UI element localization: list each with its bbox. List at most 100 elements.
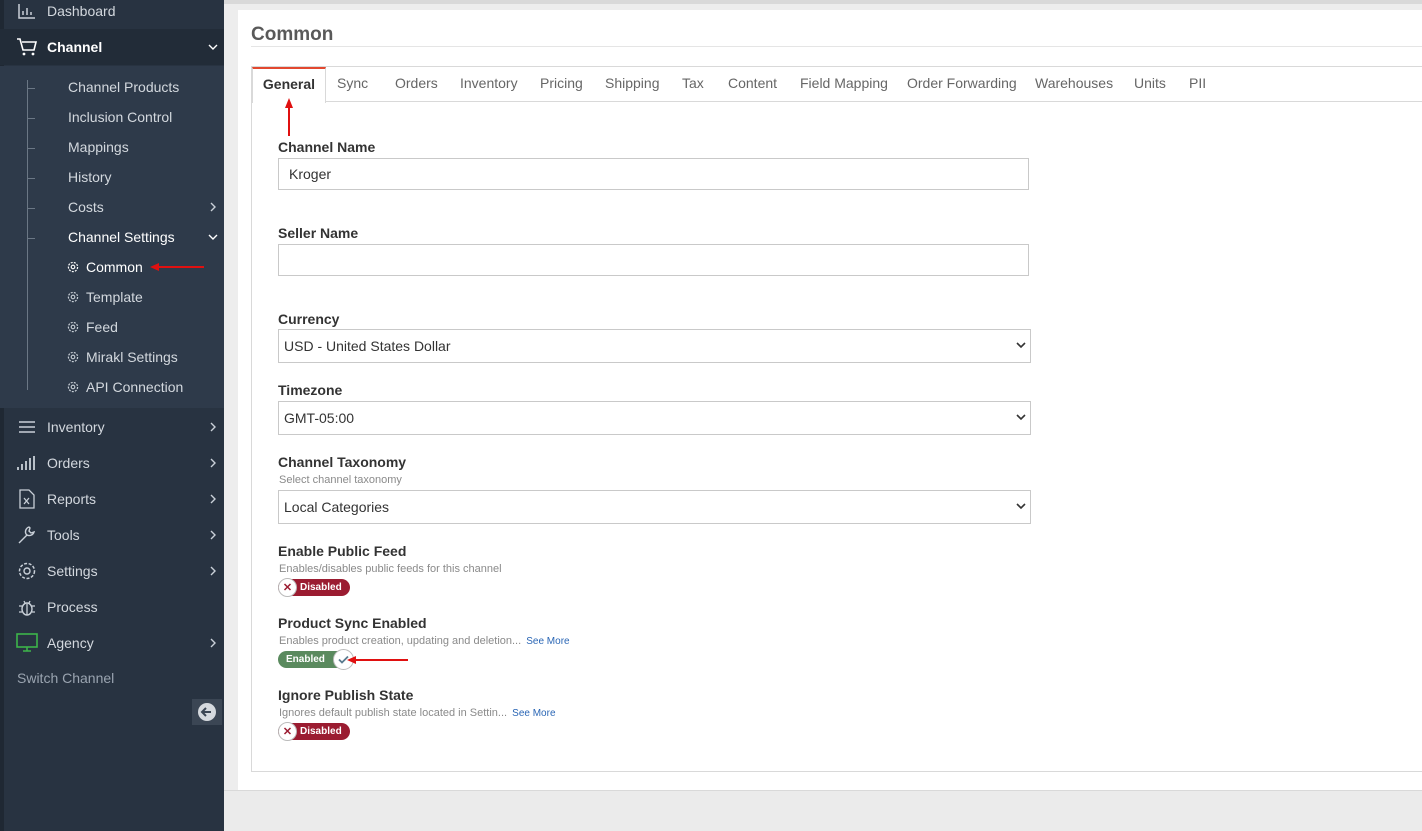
seller-name-input[interactable] [278, 244, 1029, 276]
public-feed-toggle[interactable]: ✕ Disabled [278, 578, 350, 597]
sidebar-item-channel[interactable]: Channel [0, 29, 224, 65]
sidebar-item-mappings[interactable]: Mappings [68, 137, 129, 157]
tree-tick [28, 238, 35, 239]
gear-icon [16, 560, 38, 582]
gear-icon [67, 381, 79, 393]
product-sync-label: Product Sync Enabled [278, 615, 427, 631]
tab-pii[interactable]: PII [1189, 67, 1206, 102]
sidebar-item-settings[interactable]: Settings [0, 553, 224, 589]
bar-chart-icon [16, 0, 38, 22]
settings-panel: General Sync Orders Inventory Pricing Sh… [251, 66, 1422, 772]
see-more-link[interactable]: See More [526, 636, 569, 647]
see-more-link[interactable]: See More [512, 708, 555, 719]
annotation-arrow [285, 98, 293, 136]
sidebar: Dashboard Channel Channel Products Inclu… [0, 0, 224, 831]
page-title: Common [251, 24, 334, 45]
sidebar-item-history[interactable]: History [68, 167, 112, 187]
chevron-right-icon [210, 566, 216, 576]
sidebar-item-agency[interactable]: Agency [0, 625, 224, 661]
taxonomy-help: Select channel taxonomy [279, 474, 402, 486]
sidebar-item-label: Mirakl Settings [86, 349, 178, 365]
x-icon: ✕ [278, 578, 297, 597]
gear-icon [67, 351, 79, 363]
ignore-publish-toggle[interactable]: ✕ Disabled [278, 722, 350, 741]
chevron-right-icon [210, 422, 216, 432]
tab-pricing[interactable]: Pricing [540, 67, 583, 102]
seller-name-label: Seller Name [278, 225, 359, 241]
tab-order-forwarding[interactable]: Order Forwarding [907, 67, 1017, 102]
tab-tax[interactable]: Tax [682, 67, 704, 102]
sidebar-item-label: Common [86, 259, 143, 275]
sidebar-item-template[interactable]: Template [66, 287, 143, 307]
sidebar-item-label: Feed [86, 319, 118, 335]
tab-orders[interactable]: Orders [395, 67, 438, 102]
tree-tick [28, 208, 35, 209]
currency-label: Currency [278, 311, 340, 327]
wrench-icon [16, 524, 38, 546]
sidebar-item-label: Channel [47, 39, 103, 55]
tab-sync[interactable]: Sync [337, 67, 368, 102]
chevron-down-icon [208, 44, 218, 50]
tab-units[interactable]: Units [1134, 67, 1166, 102]
chevron-right-icon [210, 494, 216, 504]
sidebar-item-mirakl-settings[interactable]: Mirakl Settings [66, 347, 178, 367]
signal-icon [16, 452, 38, 474]
sidebar-item-process[interactable]: Process [0, 589, 224, 625]
ignore-publish-label: Ignore Publish State [278, 687, 414, 703]
public-feed-help: Enables/disables public feeds for this c… [279, 563, 502, 575]
sidebar-item-tools[interactable]: Tools [0, 517, 224, 553]
product-sync-help: Enables product creation, updating and d… [279, 635, 570, 647]
sidebar-item-api-connection[interactable]: API Connection [66, 377, 183, 397]
tab-field-mapping[interactable]: Field Mapping [800, 67, 888, 102]
sidebar-item-dashboard[interactable]: Dashboard [0, 0, 224, 29]
sidebar-item-reports[interactable]: Reports [0, 481, 224, 517]
sidebar-item-costs[interactable]: Costs [68, 197, 104, 217]
help-text: Ignores default publish state located in… [279, 707, 508, 719]
bug-icon [16, 596, 38, 618]
chevron-right-icon [210, 202, 216, 212]
currency-select[interactable]: USD - United States Dollar [278, 329, 1031, 363]
gear-icon [67, 321, 79, 333]
chevron-down-icon [1016, 414, 1026, 421]
sidebar-item-inventory[interactable]: Inventory [0, 409, 224, 445]
channel-name-label: Channel Name [278, 139, 376, 155]
sidebar-item-label: Settings [47, 563, 98, 579]
sidebar-item-label: Orders [47, 455, 90, 471]
main-content: Common General Sync Orders Inventory Pri… [238, 10, 1422, 790]
chevron-right-icon [210, 458, 216, 468]
tab-content[interactable]: Content [728, 67, 777, 102]
gear-icon [67, 291, 79, 303]
timezone-select[interactable]: GMT-05:00 [278, 401, 1031, 435]
taxonomy-select[interactable]: Local Categories [278, 490, 1031, 524]
gear-icon [67, 261, 79, 273]
arrow-left-circle-icon [198, 703, 216, 721]
sidebar-item-label: Inventory [47, 419, 105, 435]
tab-shipping[interactable]: Shipping [605, 67, 660, 102]
collapse-sidebar-button[interactable] [192, 699, 222, 725]
channel-name-input[interactable]: Kroger [278, 158, 1029, 190]
footer-area [224, 790, 1422, 831]
tree-tick [28, 148, 35, 149]
tab-warehouses[interactable]: Warehouses [1035, 67, 1113, 102]
taxonomy-label: Channel Taxonomy [278, 454, 407, 470]
list-icon [16, 416, 38, 438]
sidebar-item-feed[interactable]: Feed [66, 317, 118, 337]
timezone-value: GMT-05:00 [284, 410, 355, 426]
product-sync-toggle[interactable]: Enabled [278, 649, 354, 670]
tab-inventory[interactable]: Inventory [460, 67, 518, 102]
sidebar-item-label: Process [47, 599, 98, 615]
sidebar-item-label: Tools [47, 527, 80, 543]
switch-channel-link[interactable]: Switch Channel [17, 670, 114, 686]
chevron-down-icon [208, 234, 218, 240]
sidebar-item-inclusion-control[interactable]: Inclusion Control [68, 107, 172, 127]
chevron-down-icon [1016, 342, 1026, 349]
sidebar-item-orders[interactable]: Orders [0, 445, 224, 481]
tree-tick [28, 118, 35, 119]
annotation-arrow [150, 263, 204, 271]
sidebar-item-channel-settings[interactable]: Channel Settings [68, 227, 175, 247]
public-feed-label: Enable Public Feed [278, 543, 407, 559]
sidebar-item-label: Dashboard [47, 3, 116, 19]
sidebar-item-channel-products[interactable]: Channel Products [68, 77, 179, 97]
sidebar-item-common[interactable]: Common [66, 257, 143, 277]
excel-file-icon [16, 488, 38, 510]
